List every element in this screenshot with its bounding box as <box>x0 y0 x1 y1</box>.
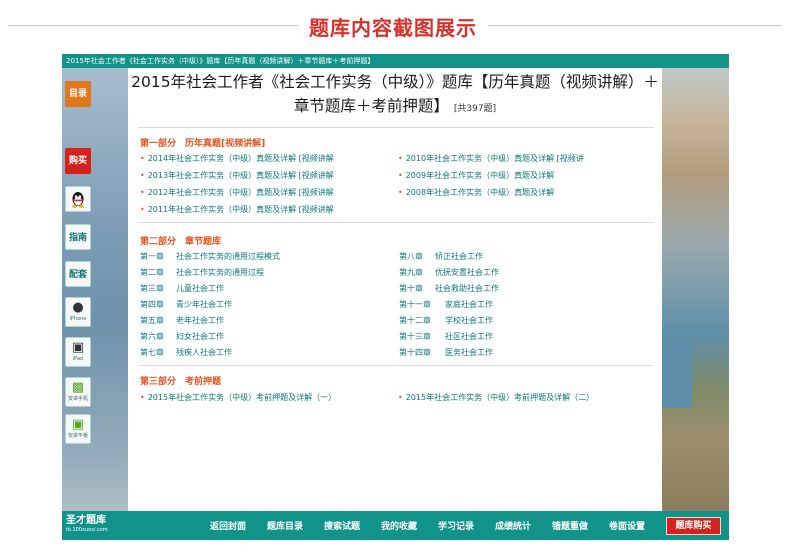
logo: 圣才题库 tk.100xuexi.com <box>66 515 108 534</box>
book-title-line1: 2015年社会工作者《社会工作实务（中级）》题库【历年真题（视频讲解）＋ <box>131 73 659 91</box>
chapter-link[interactable]: 第九章 优抚安置社会工作 <box>399 267 499 278</box>
book-title-line2-wrap: 章节题库＋考前押题】 [共397题] <box>128 94 662 121</box>
real-exam-link[interactable]: • 2011年社会工作实务（中级）真题及详解 [视频讲解 <box>140 204 334 215</box>
chapter-link[interactable]: 第十二章 学校社会工作 <box>399 315 493 326</box>
chapter-link[interactable]: 第十章 社会救助社会工作 <box>399 283 499 294</box>
ipad-label: iPad <box>72 356 84 362</box>
mock-exam-link[interactable]: • 2015年社会工作实务（中级）考前押题及详解（二） <box>398 392 594 403</box>
redo-wrong-button[interactable]: 错题重做 <box>552 519 588 532</box>
window-title-bar: 2015年社会工作者《社会工作实务（中级）》题库【历年真题（视频讲解）＋章节题库… <box>62 54 729 68</box>
chapter-link[interactable]: 第八章 矫正社会工作 <box>399 251 483 262</box>
score-stats-button[interactable]: 成绩统计 <box>495 519 531 532</box>
section-divider <box>138 222 654 223</box>
section-heading-real-exams: 第一部分 历年真题[视频讲解] <box>140 139 266 149</box>
chapter-link[interactable]: 第六章 妇女社会工作 <box>140 331 224 342</box>
real-exam-link[interactable]: • 2014年社会工作实务（中级）真题及详解 [视频讲解 <box>140 153 334 164</box>
app-screenshot: 2015年社会工作者《社会工作实务（中级）》题库【历年真题（视频讲解）＋ 章节题库… <box>62 54 729 540</box>
chapter-link[interactable]: 第三章 儿童社会工作 <box>140 283 224 294</box>
page-heading: 题库内容截图展示 <box>309 16 477 40</box>
title-divider <box>138 127 654 128</box>
sea-area <box>662 338 692 408</box>
catalog-panel: 2015年社会工作者《社会工作实务（中级）》题库【历年真题（视频讲解）＋ 章节题… <box>128 68 662 511</box>
qq-icon <box>71 192 85 208</box>
real-exam-link[interactable]: • 2013年社会工作实务（中级）真题及详解 [视频讲解 <box>140 170 334 181</box>
left-toolbar: 目录 购买 指南 配套 ● iPhone ▣ iPad ▩ 安卓手机 ▣ 安卓平… <box>62 68 94 511</box>
real-exam-link[interactable]: • 2012年社会工作实务（中级）真题及详解 [视频讲解 <box>140 187 334 198</box>
android-icon: ▩ <box>71 380 85 395</box>
search-questions-button[interactable]: 搜索试题 <box>324 519 360 532</box>
catalog-button[interactable]: 目录 <box>65 81 91 107</box>
question-count: [共397题] <box>453 104 497 114</box>
buy-question-bank-button[interactable]: 题库购买 <box>666 517 721 535</box>
bundle-button[interactable]: 配套 <box>65 261 91 287</box>
real-exam-link[interactable]: • 2009年社会工作实务（中级）真题及详解 <box>398 170 554 181</box>
tablet-icon: ▣ <box>71 340 85 355</box>
favorites-button[interactable]: 我的收藏 <box>381 519 417 532</box>
chapter-link[interactable]: 第十四章 医务社会工作 <box>399 347 493 358</box>
logo-text: 圣才题库 <box>66 515 106 526</box>
ipad-button[interactable]: ▣ iPad <box>65 337 91 367</box>
catalog-nav-button[interactable]: 题库目录 <box>267 519 303 532</box>
chapter-link[interactable]: 第十三章 社区社会工作 <box>399 331 493 342</box>
real-exam-link[interactable]: • 2010年社会工作实务（中级）真题及详解 [视频讲 <box>398 153 584 164</box>
logo-url: tk.100xuexi.com <box>66 527 108 533</box>
bottom-toolbar: 圣才题库 tk.100xuexi.com 返回封面 题库目录 搜索试题 我的收藏 … <box>62 511 729 540</box>
heading-rule-left <box>8 25 298 26</box>
study-record-button[interactable]: 学习记录 <box>438 519 474 532</box>
real-exam-link[interactable]: • 2008年社会工作实务（中级）真题及详解 <box>398 187 554 198</box>
chapter-link[interactable]: 第一章 社会工作实务的通用过程模式 <box>140 251 280 262</box>
section-heading-mock-exams: 第三部分 考前押题 <box>140 377 222 387</box>
back-to-cover-button[interactable]: 返回封面 <box>210 519 246 532</box>
heading-rule-right <box>488 25 782 26</box>
guide-button[interactable]: 指南 <box>65 224 91 250</box>
mock-exam-link[interactable]: • 2015年社会工作实务（中级）考前押题及详解（一） <box>140 392 336 403</box>
buy-side-button[interactable]: 购买 <box>65 148 91 174</box>
android-phone-label: 安卓手机 <box>67 396 88 402</box>
paper-settings-button[interactable]: 卷面设置 <box>609 519 645 532</box>
chapter-link[interactable]: 第五章 老年社会工作 <box>140 315 224 326</box>
chapter-link[interactable]: 第十一章 家庭社会工作 <box>399 299 493 310</box>
android-tablet-label: 安卓平板 <box>67 433 88 439</box>
iphone-button[interactable]: ● iPhone <box>65 297 91 327</box>
android-phone-button[interactable]: ▩ 安卓手机 <box>65 377 91 407</box>
chapter-link[interactable]: 第四章 青少年社会工作 <box>140 299 232 310</box>
section-divider <box>138 365 654 366</box>
book-title-line2: 章节题库＋考前押题】 <box>293 97 449 115</box>
qq-button[interactable] <box>65 186 91 212</box>
iphone-label: iPhone <box>69 316 87 322</box>
android-tablet-icon: ▣ <box>71 417 85 432</box>
apple-icon: ● <box>72 300 84 315</box>
book-title: 2015年社会工作者《社会工作实务（中级）》题库【历年真题（视频讲解）＋ 章节题… <box>128 70 662 121</box>
chapter-link[interactable]: 第二章 社会工作实务的通用过程 <box>140 267 264 278</box>
section-heading-chapters: 第二部分 章节题库 <box>140 237 222 247</box>
chapter-link[interactable]: 第七章 残疾人社会工作 <box>140 347 232 358</box>
android-tablet-button[interactable]: ▣ 安卓平板 <box>65 414 91 444</box>
coastline-photo <box>662 68 729 511</box>
